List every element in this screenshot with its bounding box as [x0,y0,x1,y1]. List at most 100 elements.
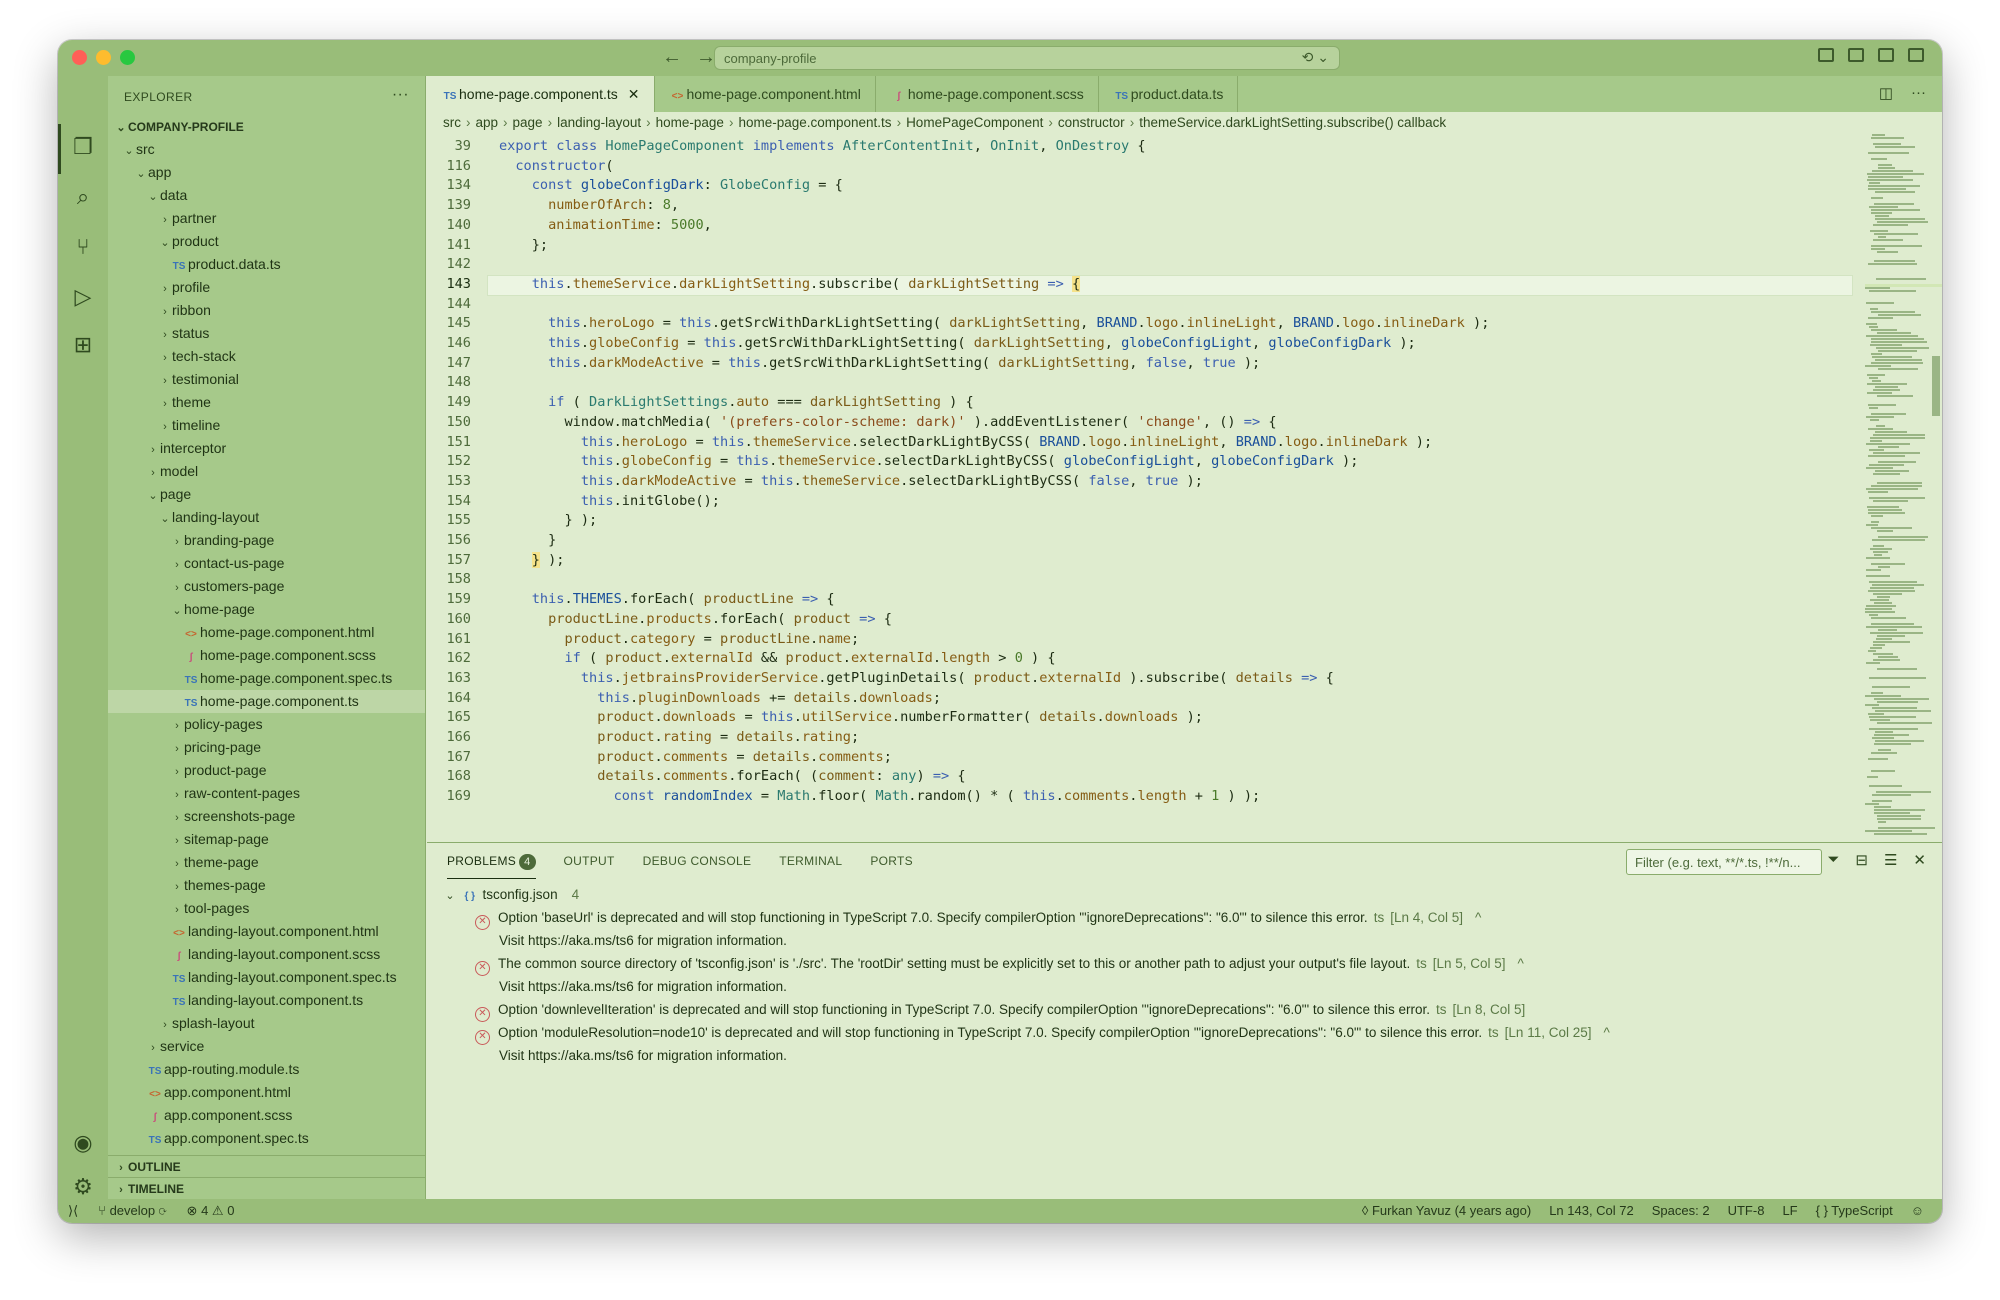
breadcrumb-item[interactable]: themeService.darkLightSetting.subscribe(… [1139,115,1446,130]
editor-tab[interactable]: TS home-page.component.ts ✕ [427,76,655,112]
code-line[interactable]: this.pluginDownloads += details.download… [499,690,941,706]
tree-item[interactable]: › theme [108,391,425,414]
project-section[interactable]: ⌄ COMPANY-PROFILE [108,116,425,138]
tree-item[interactable]: › policy-pages [108,713,425,736]
git-blame[interactable]: ◊ Furkan Yavuz (4 years ago) [1362,1203,1531,1218]
chevron-up-icon[interactable]: ^ [1518,956,1524,971]
remote-icon[interactable]: ⟩⟨ [68,1203,78,1219]
tree-item[interactable]: ⌄ home-page [108,598,425,621]
code-line[interactable]: export class HomePageComponent implement… [499,138,1146,154]
language-mode[interactable]: { } TypeScript [1816,1203,1893,1218]
code-line[interactable]: this.heroLogo = this.getSrcWithDarkLight… [499,315,1489,331]
tree-item[interactable]: <> app.component.html [108,1081,425,1104]
chevron-up-icon[interactable]: ^ [1475,910,1481,925]
toggle-panel-icon[interactable] [1848,48,1864,62]
encoding[interactable]: UTF-8 [1728,1203,1765,1218]
tree-item[interactable]: › model [108,460,425,483]
code-line[interactable]: } [499,532,556,548]
tree-item[interactable]: TS app.component.spec.ts [108,1127,425,1150]
filter-icon[interactable]: ⏷ [1827,851,1839,869]
run-debug-icon[interactable]: ▷ [70,284,96,310]
breadcrumb-item[interactable]: app [476,115,499,130]
code-line[interactable]: if ( DarkLightSettings.auto === darkLigh… [499,394,974,410]
tree-item[interactable]: TS landing-layout.component.ts [108,989,425,1012]
code-line[interactable]: this.globeConfig = this.themeService.sel… [499,453,1359,469]
tree-item[interactable]: ⌄ landing-layout [108,506,425,529]
code-line[interactable]: constructor( [499,158,613,174]
minimize-window-button[interactable] [96,50,111,65]
problem-item[interactable]: ✕ Option 'moduleResolution=node10' is dep… [427,1021,1610,1045]
breadcrumb-item[interactable]: landing-layout [557,115,641,130]
code-line[interactable]: this.initGlobe(); [499,493,720,509]
problems-status[interactable]: ⊗ 4 ⚠ 0 [187,1203,235,1219]
tree-item[interactable]: TS home-page.component.ts [108,690,425,713]
breadcrumb-item[interactable]: home-page.component.ts [738,115,891,130]
editor-scrollbar-thumb[interactable] [1932,356,1940,416]
tree-item[interactable]: ⌄ src [108,138,425,161]
tree-item[interactable]: TS landing-layout.component.spec.ts [108,966,425,989]
customize-layout-icon[interactable] [1908,48,1924,62]
tree-item[interactable]: TS product.data.ts [108,253,425,276]
problem-item[interactable]: ✕ The common source directory of 'tsconfi… [427,952,1524,976]
code-line[interactable]: product.downloads = this.utilService.num… [499,709,1203,725]
code-line[interactable]: const globeConfigDark: GlobeConfig = { [499,177,843,193]
indentation[interactable]: Spaces: 2 [1652,1203,1710,1218]
tree-item[interactable]: › service [108,1035,425,1058]
code-line[interactable]: const randomIndex = Math.floor( Math.ran… [499,788,1261,804]
forward-arrow-icon[interactable]: → [696,46,716,68]
breadcrumb-item[interactable]: page [513,115,543,130]
tree-item[interactable]: ⌄ data [108,184,425,207]
code-line[interactable]: product.category = productLine.name; [499,631,859,647]
problem-group[interactable]: ⌄ { } tsconfig.json 4 [427,883,579,906]
panel-tab[interactable]: TERMINAL [779,843,842,879]
tree-item[interactable]: ⌄ product [108,230,425,253]
close-window-button[interactable] [72,50,87,65]
code-line[interactable]: } ); [499,512,597,528]
tree-item[interactable]: › raw-content-pages [108,782,425,805]
code-line[interactable]: productLine.products.forEach( product =>… [499,611,892,627]
editor-tab[interactable]: ʃ home-page.component.scss [876,76,1099,112]
tree-item[interactable]: <> landing-layout.component.html [108,920,425,943]
tree-item[interactable]: ʃ app.component.scss [108,1104,425,1127]
back-arrow-icon[interactable]: ← [662,46,682,68]
code-line[interactable]: product.comments = details.comments; [499,749,892,765]
source-control-icon[interactable]: ⑂ [70,234,96,260]
gear-icon[interactable]: ⚙ [70,1174,96,1200]
collapse-all-icon[interactable]: ⊟ [1855,851,1868,869]
code-line[interactable]: animationTime: 5000, [499,217,712,233]
branch-status[interactable]: ⑂ develop ⟳ [98,1203,166,1219]
editor-tab[interactable]: TS product.data.ts [1099,76,1239,112]
tree-item[interactable]: TS home-page.component.spec.ts [108,667,425,690]
breadcrumb-item[interactable]: home-page [656,115,724,130]
tree-item[interactable]: › tech-stack [108,345,425,368]
more-actions-icon[interactable]: ··· [1911,84,1926,102]
tree-item[interactable]: › timeline [108,414,425,437]
tree-item[interactable]: › contact-us-page [108,552,425,575]
chevron-up-icon[interactable]: ^ [1603,1025,1609,1040]
tree-item[interactable]: › partner [108,207,425,230]
tree-item[interactable]: ʃ landing-layout.component.scss [108,943,425,966]
tree-item[interactable]: › pricing-page [108,736,425,759]
editor-tab[interactable]: <> home-page.component.html [655,76,876,112]
tree-item[interactable]: › splash-layout [108,1012,425,1035]
tree-item[interactable]: ⌄ app [108,161,425,184]
problem-item[interactable]: ✕ Option 'downlevelIteration' is deprecat… [427,998,1525,1022]
command-center[interactable]: company-profile ⟲ ⌄ [714,46,1340,70]
code-line[interactable]: } ); [499,551,565,568]
tree-item[interactable]: › screenshots-page [108,805,425,828]
outline-section[interactable]: › OUTLINE [108,1155,426,1177]
end-of-line[interactable]: LF [1782,1203,1797,1218]
breadcrumb-item[interactable]: src [443,115,461,130]
toggle-primary-sidebar-icon[interactable] [1818,48,1834,62]
more-actions-icon[interactable]: ··· [392,86,409,104]
split-editor-icon[interactable]: ◫ [1879,84,1893,102]
tree-item[interactable]: <> home-page.component.html [108,621,425,644]
code-line[interactable]: this.globeConfig = this.getSrcWithDarkLi… [499,335,1416,351]
tree-item[interactable]: › theme-page [108,851,425,874]
panel-tab[interactable]: OUTPUT [564,843,615,879]
toggle-secondary-sidebar-icon[interactable] [1878,48,1894,62]
problems-filter-input[interactable]: Filter (e.g. text, **/*.ts, !**/n... [1626,849,1822,875]
code-line[interactable]: numberOfArch: 8, [499,197,679,213]
breadcrumb-item[interactable]: HomePageComponent [906,115,1043,130]
copilot-status-icon[interactable]: ☺ [1911,1203,1924,1218]
